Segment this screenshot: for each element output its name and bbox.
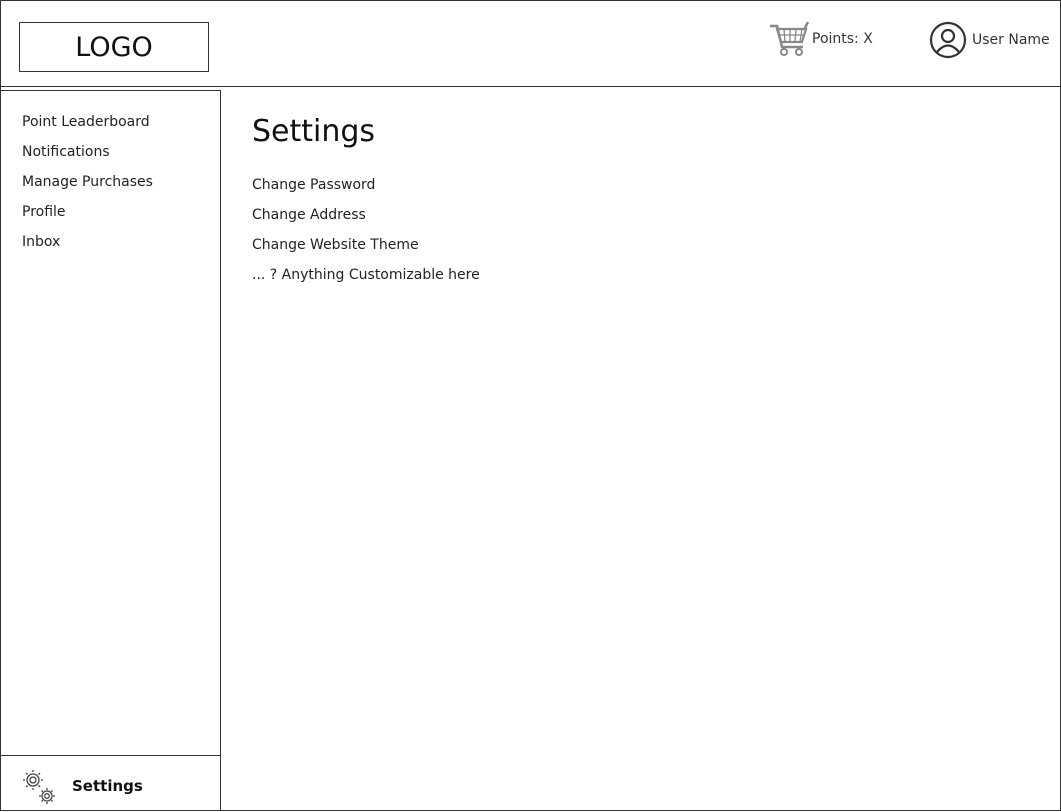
gears-icon xyxy=(23,770,55,804)
user-avatar-icon[interactable] xyxy=(929,21,967,59)
page-title: Settings xyxy=(252,114,376,149)
change-password-link[interactable]: Change Password xyxy=(252,176,480,206)
sidebar-nav: Point Leaderboard Notifications Manage P… xyxy=(22,113,153,263)
sidebar-item-profile[interactable]: Profile xyxy=(22,203,153,233)
points-label: Points: X xyxy=(812,31,873,47)
sidebar-item-manage-purchases[interactable]: Manage Purchases xyxy=(22,173,153,203)
sidebar-item-point-leaderboard[interactable]: Point Leaderboard xyxy=(22,113,153,143)
change-address-link[interactable]: Change Address xyxy=(252,206,480,236)
sidebar-item-inbox[interactable]: Inbox xyxy=(22,233,153,263)
main-content: Settings Change Password Change Address … xyxy=(252,112,480,296)
header: LOGO Points: X User Name xyxy=(0,0,1061,87)
sidebar: Point Leaderboard Notifications Manage P… xyxy=(1,90,221,811)
change-theme-link[interactable]: Change Website Theme xyxy=(252,236,480,266)
user-name[interactable]: User Name xyxy=(972,32,1050,48)
settings-label: Settings xyxy=(72,777,143,795)
customizable-note: ... ? Anything Customizable here xyxy=(252,267,480,283)
sidebar-settings-item[interactable]: Settings xyxy=(1,755,220,812)
settings-options: Change Password Change Address Change We… xyxy=(252,176,480,296)
logo[interactable]: LOGO xyxy=(19,22,209,72)
shopping-cart-icon[interactable] xyxy=(768,20,810,58)
sidebar-item-notifications[interactable]: Notifications xyxy=(22,143,153,173)
